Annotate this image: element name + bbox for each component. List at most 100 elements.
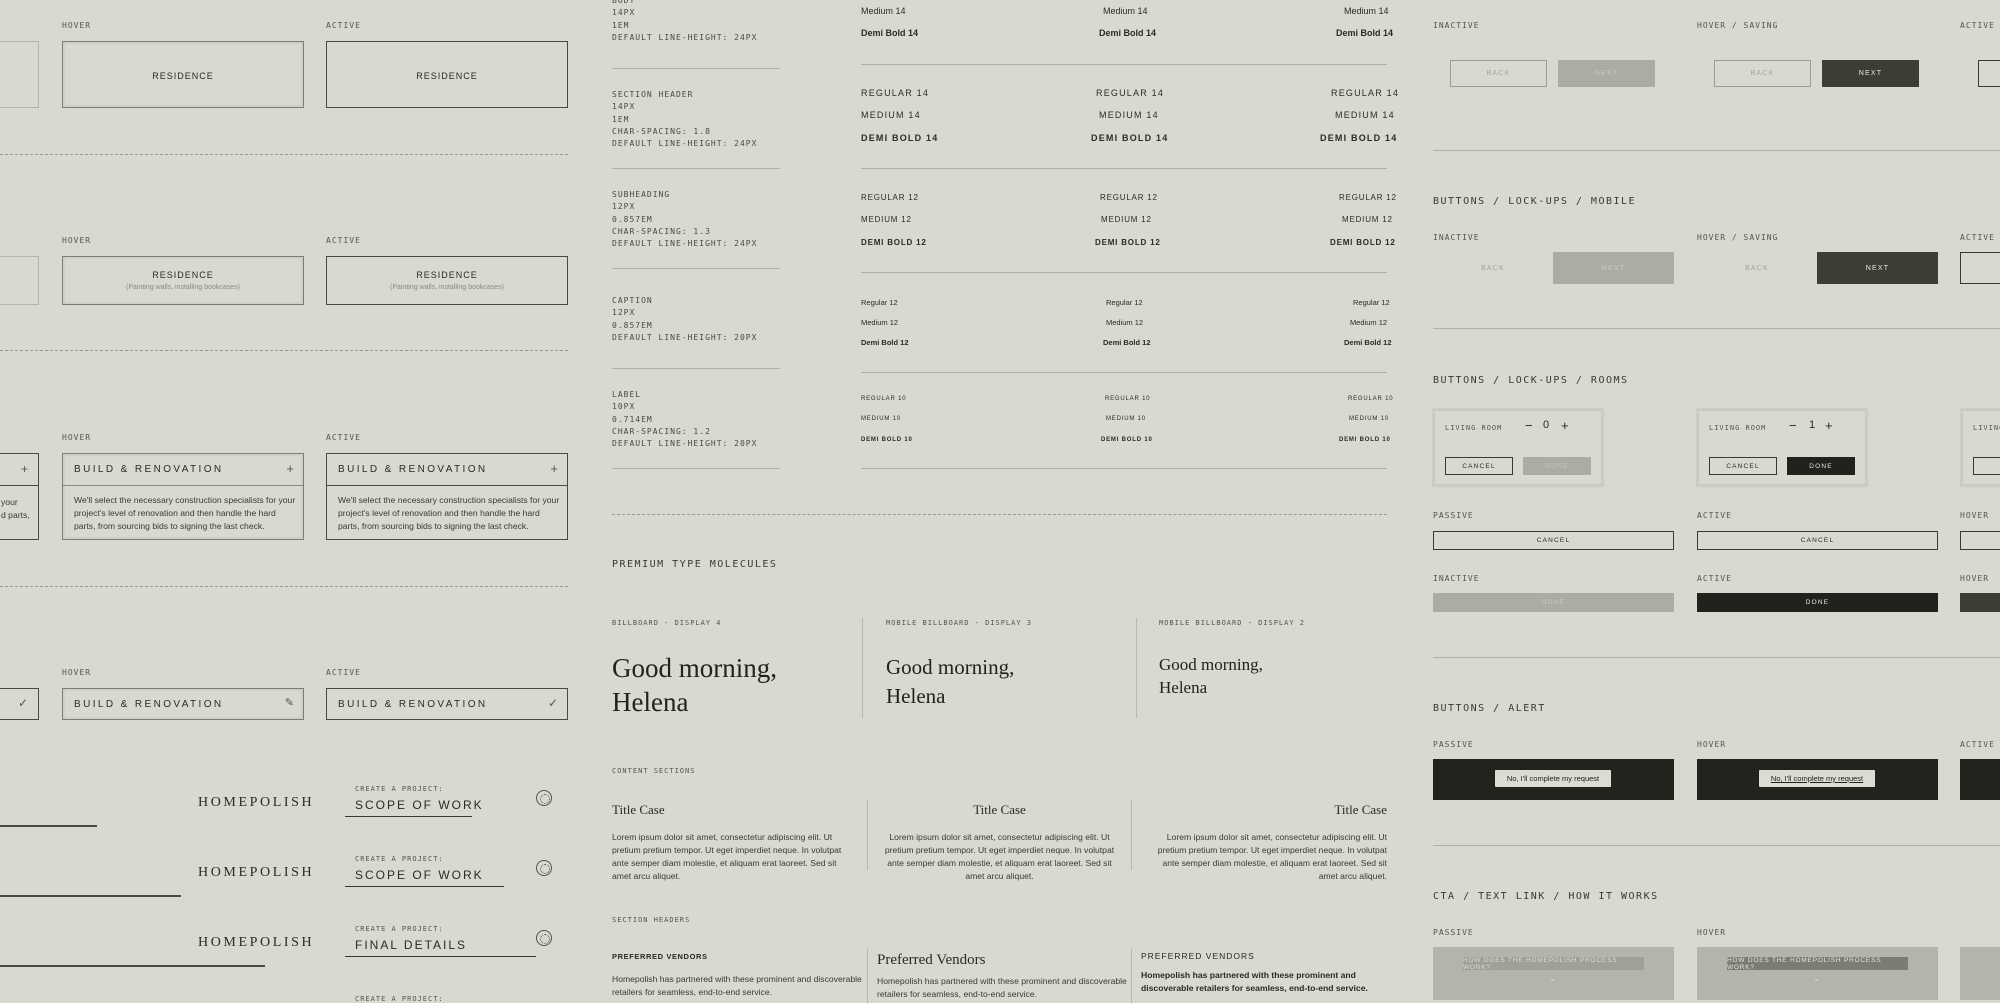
done-button[interactable]: DONE xyxy=(1433,593,1674,612)
plus-icon: + xyxy=(286,461,294,476)
build-card-partial[interactable]: + your d parts, xyxy=(0,453,39,540)
alert-link-button[interactable]: No, I'll complete my request xyxy=(1495,770,1611,787)
cta-link[interactable]: HOW DOES THE HOMEPOLISH PROCESS WORK? xyxy=(1463,957,1644,971)
cancel-button-partial[interactable] xyxy=(1973,457,2000,475)
room-label: LIVING ROOM xyxy=(1445,424,1503,432)
alert-link-button[interactable]: No, I'll complete my request xyxy=(1759,770,1875,787)
step-underline xyxy=(345,816,472,817)
residence-sub-card-partial[interactable] xyxy=(0,256,39,305)
sample: REGULAR 10 xyxy=(1348,396,1394,402)
back-button-partial[interactable] xyxy=(1978,60,2000,87)
residence-sub-card-active[interactable]: RESIDENCE (Painting walls, installing bo… xyxy=(326,256,568,305)
state-label: ACTIVE xyxy=(1960,740,1995,749)
minus-icon[interactable]: − xyxy=(1789,418,1797,433)
next-button[interactable]: NEXT xyxy=(1553,252,1674,284)
state-label: ACTIVE xyxy=(1960,21,1995,30)
next-button[interactable]: NEXT xyxy=(1558,60,1655,87)
done-button[interactable]: DONE xyxy=(1787,457,1855,475)
divider xyxy=(1433,657,2000,658)
settings-icon[interactable] xyxy=(536,930,552,946)
sample: DEMI BOLD 14 xyxy=(1091,133,1169,143)
minus-icon[interactable]: − xyxy=(1525,418,1533,433)
settings-icon[interactable] xyxy=(536,860,552,876)
residence-label: RESIDENCE xyxy=(152,71,214,81)
back-button[interactable]: BACK xyxy=(1433,252,1553,284)
cancel-button[interactable]: CANCEL xyxy=(1709,457,1777,475)
sample: Medium 12 xyxy=(861,318,899,327)
next-button[interactable]: NEXT xyxy=(1817,252,1938,284)
back-button-partial[interactable] xyxy=(1960,252,2000,284)
plus-icon[interactable]: + xyxy=(1561,418,1569,433)
sample: MEDIUM 12 xyxy=(861,215,912,224)
cancel-button-partial[interactable] xyxy=(1960,531,2000,550)
state-label: HOVER / SAVING xyxy=(1697,233,1779,242)
step-title: SCOPE OF WORK xyxy=(355,798,484,812)
state-label: HOVER xyxy=(1960,574,1990,583)
build-title: BUILD & RENOVATION xyxy=(338,699,488,710)
divider xyxy=(612,514,1387,515)
back-button[interactable]: BACK xyxy=(1450,60,1547,87)
build-title: BUILD & RENOVATION xyxy=(74,699,224,710)
build-collapsed-active[interactable]: BUILD & RENOVATION ✓ xyxy=(326,688,568,720)
state-label: HOVER xyxy=(1960,511,1990,520)
plus-icon[interactable]: + xyxy=(1825,418,1833,433)
residence-sublabel: (Painting walls, installing bookcases) xyxy=(390,284,504,291)
residence-card-partial[interactable] xyxy=(0,41,39,108)
billboard-label: BILLBOARD - DISPLAY 4 xyxy=(612,619,722,627)
sample: DEMI BOLD 12 xyxy=(1330,238,1396,247)
state-label-hover: HOVER xyxy=(62,21,92,30)
build-desc: We'll select the necessary construction … xyxy=(74,495,296,531)
partial-desc-1: your xyxy=(1,497,18,507)
done-button-partial[interactable] xyxy=(1960,593,2000,612)
pencil-icon: ✎ xyxy=(284,697,294,709)
residence-card-active[interactable]: RESIDENCE xyxy=(326,41,568,108)
type-spec-body: BODY 14PX 1EM DEFAULT LINE-HEIGHT: 24PX xyxy=(612,0,758,42)
state-label: PASSIVE xyxy=(1433,740,1474,749)
billboard-line-1: Good morning, xyxy=(612,653,777,683)
sample: Regular 12 xyxy=(1353,298,1390,307)
step-title: FINAL DETAILS xyxy=(355,938,468,952)
sample: Demi Bold 14 xyxy=(1099,28,1157,38)
divider xyxy=(1433,150,2000,151)
billboard-line-2: Helena xyxy=(886,684,946,708)
cancel-button[interactable]: CANCEL xyxy=(1697,531,1938,550)
residence-sub-card-hover[interactable]: RESIDENCE (Painting walls, installing bo… xyxy=(62,256,304,305)
state-label-active: ACTIVE xyxy=(326,21,361,30)
build-card-hover[interactable]: BUILD & RENOVATION + We'll select the ne… xyxy=(62,453,304,540)
sample: MEDIUM 14 xyxy=(861,110,921,120)
create-label: CREATE A PROJECT: xyxy=(355,855,444,863)
build-card-active[interactable]: BUILD & RENOVATION + We'll select the ne… xyxy=(326,453,568,540)
settings-icon[interactable] xyxy=(536,790,552,806)
state-label: HOVER xyxy=(1697,928,1727,937)
progress-bar xyxy=(0,965,265,967)
pv-heading-upper: PREFERRED VENDORS xyxy=(612,952,708,961)
next-button[interactable]: NEXT xyxy=(1822,60,1919,87)
cta-link[interactable]: HOW DOES THE HOMEPOLISH PROCESS WORK? xyxy=(1727,957,1908,971)
content-sections-label: CONTENT SECTIONS xyxy=(612,767,696,775)
sample: MEDIUM 10 xyxy=(1106,416,1146,422)
sample: Medium 14 xyxy=(1344,6,1389,16)
residence-card-hover[interactable]: RESIDENCE xyxy=(62,41,304,108)
sample: REGULAR 14 xyxy=(1331,88,1400,98)
content-text: Lorem ipsum dolor sit amet, consectetur … xyxy=(1157,832,1387,881)
check-icon: ✓ xyxy=(547,696,558,710)
build-collapsed-hover[interactable]: BUILD & RENOVATION ✎ xyxy=(62,688,304,720)
back-button[interactable]: BACK xyxy=(1714,60,1811,87)
content-title: Title Case xyxy=(612,802,665,817)
back-button[interactable]: BACK xyxy=(1697,252,1817,284)
state-label-hover: HOVER xyxy=(62,433,92,442)
state-label-active: ACTIVE xyxy=(326,236,361,245)
done-button[interactable]: DONE xyxy=(1523,457,1591,475)
content-text: Lorem ipsum dolor sit amet, consectetur … xyxy=(612,832,842,881)
check-icon: ✓ xyxy=(17,696,28,710)
done-button[interactable]: DONE xyxy=(1697,593,1938,612)
cancel-button[interactable]: CANCEL xyxy=(1433,531,1674,550)
section-heading: BUTTONS / LOCK-UPS / MOBILE xyxy=(1433,196,1637,207)
pv-text: Homepolish has partnered with these prom… xyxy=(612,974,862,997)
sample: DEMI BOLD 14 xyxy=(1320,133,1398,143)
billboard-label: MOBILE BILLBOARD - DISPLAY 2 xyxy=(1159,619,1306,627)
cancel-button[interactable]: CANCEL xyxy=(1445,457,1513,475)
header-divider xyxy=(327,485,567,486)
build-collapsed-partial[interactable]: ✓ xyxy=(0,688,39,720)
divider xyxy=(612,268,780,269)
